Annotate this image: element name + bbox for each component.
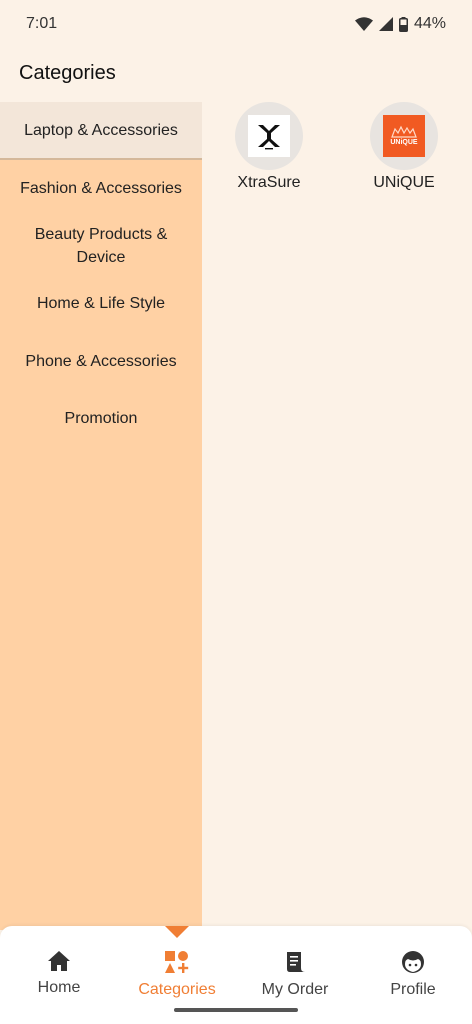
nav-label: My Order — [261, 981, 329, 998]
sidebar-item-beauty[interactable]: Beauty Products & Device — [0, 217, 202, 275]
battery-percent: 44% — [413, 15, 446, 32]
sidebar-item-label: Beauty Products & Device — [34, 226, 168, 266]
category-sidebar: Laptop & Accessories Fashion & Accessori… — [0, 102, 202, 930]
bottom-navigation: Home Categories My Order Profile — [0, 926, 472, 1024]
sidebar-item-label: Fashion & Accessories — [20, 180, 182, 197]
nav-label: Home — [37, 979, 81, 996]
sidebar-item-home-lifestyle[interactable]: Home & Life Style — [0, 275, 202, 332]
sidebar-item-label: Laptop & Accessories — [24, 121, 178, 139]
unique-logo-text: UNiQUE — [390, 139, 418, 146]
nav-label: Profile — [390, 981, 436, 998]
sidebar-item-promotion[interactable]: Promotion — [0, 390, 202, 447]
profile-icon — [401, 950, 425, 979]
signal-icon — [378, 17, 393, 31]
nav-profile[interactable]: Profile — [354, 926, 472, 1024]
sidebar-item-phone[interactable]: Phone & Accessories — [0, 332, 202, 390]
unique-logo: UNiQUE — [383, 115, 425, 157]
nav-label: Categories — [138, 981, 216, 998]
sidebar-item-label: Home & Life Style — [36, 295, 166, 312]
battery-icon — [398, 16, 408, 32]
sidebar-item-label: Phone & Accessories — [25, 352, 177, 370]
status-time: 7:01 — [26, 15, 58, 32]
status-icons: 44% — [354, 15, 446, 33]
gesture-home-bar[interactable] — [174, 1008, 298, 1012]
home-icon — [47, 950, 71, 977]
categories-icon — [164, 950, 190, 979]
nav-home[interactable]: Home — [0, 926, 118, 1024]
brand-logo-circle: UNiQUE — [370, 102, 438, 170]
sidebar-item-label: Promotion — [64, 410, 138, 427]
sidebar-item-fashion[interactable]: Fashion & Accessories — [0, 160, 202, 217]
xtrasure-logo — [248, 115, 290, 157]
order-icon — [283, 950, 307, 979]
wifi-icon — [354, 17, 373, 31]
page-title: Categories — [19, 62, 116, 84]
active-tab-indicator — [165, 926, 189, 938]
sidebar-item-laptop[interactable]: Laptop & Accessories — [0, 102, 202, 160]
brand-logo-circle — [235, 102, 303, 170]
brand-unique[interactable]: UNiQUE UNiQUE — [349, 102, 459, 192]
status-bar: 7:01 44% — [0, 0, 472, 48]
brand-xtrasure[interactable]: XtraSure — [214, 102, 324, 192]
brand-name: XtraSure — [237, 174, 301, 191]
brand-name: UNiQUE — [373, 174, 435, 191]
